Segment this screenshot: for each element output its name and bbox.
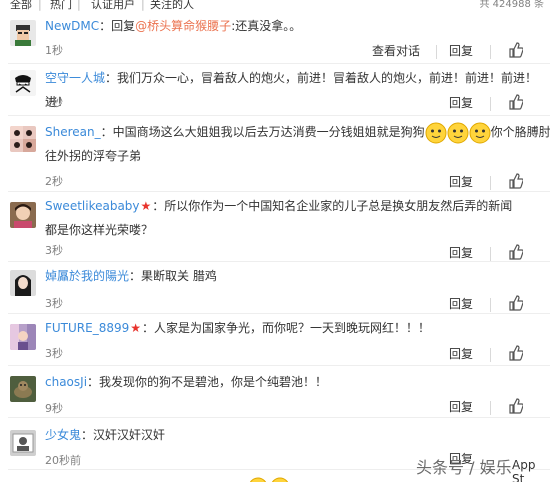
comment-actions: 查看对话 回复 <box>370 42 550 64</box>
emoji-group <box>425 122 491 143</box>
reply-button[interactable]: 回复 <box>449 295 473 312</box>
reply-button[interactable]: 回复 <box>449 398 473 415</box>
divider <box>490 97 491 111</box>
avatar[interactable] <box>10 430 36 456</box>
username[interactable]: 少女鬼 <box>45 428 81 442</box>
username[interactable]: 空守一人城 <box>45 71 105 85</box>
comment-text: 婥屭於我的陽光：果断取关 腊鸡 <box>45 264 545 288</box>
reply-button[interactable]: 回复 <box>449 173 473 190</box>
avatar[interactable] <box>10 70 36 96</box>
avatar[interactable] <box>10 126 36 152</box>
comment-time: 3秒 <box>45 347 63 360</box>
tab-following[interactable]: 关注的人 <box>150 0 194 10</box>
comment-actions: 回复 <box>440 345 550 367</box>
emoji-icon <box>469 122 491 143</box>
divider <box>490 348 491 362</box>
comment-text: 少女鬼：汉奸汉奸汉奸 <box>45 423 545 447</box>
tab-verified[interactable]: 认证用户 <box>91 0 135 10</box>
tab-divider: | <box>77 0 81 11</box>
reply-button[interactable]: 回复 <box>449 244 473 261</box>
tab-divider: | <box>38 0 42 11</box>
comment-text: NewDMC：回复@桥头算命猴腰子:还真没拿。。 <box>45 14 545 38</box>
avatar[interactable] <box>10 270 36 296</box>
tab-hot[interactable]: 热门 <box>50 0 72 10</box>
tab-all[interactable]: 全部 <box>10 0 32 10</box>
comment-body: ：汉奸汉奸汉奸 <box>81 428 166 442</box>
thumbs-up-icon[interactable] <box>509 173 524 189</box>
username[interactable]: 婥屭於我的陽光 <box>45 269 129 283</box>
comment-time: 3秒 <box>45 297 63 310</box>
emoji-icon <box>249 477 289 482</box>
comment-actions: 回复 <box>440 295 550 317</box>
thumbs-up-icon[interactable] <box>509 94 524 110</box>
divider <box>490 298 491 312</box>
comment-time: 9秒 <box>45 402 63 415</box>
vip-star-icon: ★ <box>130 321 142 335</box>
thumbs-up-icon[interactable] <box>509 398 524 414</box>
reply-button[interactable]: 回复 <box>449 42 473 59</box>
thumbs-up-icon[interactable] <box>509 345 524 361</box>
filter-tab-bar: 全部 | 热门 | 认证用户 | 关注的人 共 424988 条 <box>0 0 550 12</box>
divider <box>490 176 491 190</box>
watermark: 头条号 / 娱乐 <box>416 458 512 477</box>
avatar[interactable] <box>10 202 36 228</box>
thumbs-up-icon[interactable] <box>509 42 524 58</box>
reply-button[interactable]: 回复 <box>449 94 473 111</box>
comment-text: FUTURE_8899★：人家是为国家争光，而你呢？一天到晚玩网红！！！ <box>45 316 545 340</box>
comment-time: 1秒 <box>45 44 63 57</box>
thumbs-up-icon[interactable] <box>509 295 524 311</box>
comment-actions: 回复 <box>440 94 550 116</box>
bottom-emoji-row <box>248 475 292 482</box>
username[interactable]: Sherean_ <box>45 125 101 139</box>
total-count: 共 424988 条 <box>479 0 544 10</box>
view-dialog-button[interactable]: 查看对话 <box>372 42 420 59</box>
comment-time: 2秒 <box>45 96 63 109</box>
mention-link[interactable]: @桥头算命猴腰子 <box>135 19 231 33</box>
thumbs-up-icon[interactable] <box>509 244 524 260</box>
comment-text: Sweetlikeababy★：所以你作为一个中国知名企业家的儿子总是换女朋友然… <box>45 194 515 242</box>
tab-divider: | <box>141 0 145 11</box>
watermark-tail: App St <box>512 458 536 482</box>
comment-item: Sweetlikeababy★：所以你作为一个中国知名企业家的儿子总是换女朋友然… <box>0 192 550 262</box>
username[interactable]: chaosJi <box>45 375 87 389</box>
username[interactable]: Sweetlikeababy <box>45 199 140 213</box>
divider <box>490 247 491 261</box>
comment-time: 2秒 <box>45 175 63 188</box>
vip-star-icon: ★ <box>140 199 152 213</box>
avatar[interactable] <box>10 324 36 350</box>
comment-item: NewDMC：回复@桥头算命猴腰子:还真没拿。。 1秒 查看对话 回复 <box>0 12 550 64</box>
emoji-icon <box>425 122 447 143</box>
comment-text: Sherean_：中国商场这么大姐姐我以后去万达消费一分钱姐姐就是狗狗 你个胳膊肘… <box>45 120 550 168</box>
divider <box>490 401 491 415</box>
comment-body: ：我发现你的狗不是碧池，你是个纯碧池！！ <box>87 375 328 389</box>
reply-button[interactable]: 回复 <box>449 345 473 362</box>
comment-body: ：人家是为国家争光，而你呢？一天到晚玩网红！！！ <box>142 321 431 335</box>
comment-body: ：中国商场这么大姐姐我以后去万达消费一分钱姐姐就是狗狗 <box>100 125 425 139</box>
reply-prefix: ：回复 <box>99 19 136 33</box>
comment-body: :还真没拿。。 <box>231 19 302 33</box>
avatar[interactable] <box>10 20 36 46</box>
username[interactable]: FUTURE_8899 <box>45 321 129 335</box>
comment-item: Sherean_：中国商场这么大姐姐我以后去万达消费一分钱姐姐就是狗狗 你个胳膊肘… <box>0 116 550 192</box>
comment-time: 20秒前 <box>45 454 81 467</box>
divider <box>490 45 491 59</box>
emoji-icon <box>447 122 469 143</box>
comment-body: ：果断取关 腊鸡 <box>129 269 217 283</box>
avatar[interactable] <box>10 376 36 402</box>
username[interactable]: NewDMC <box>45 19 99 33</box>
comment-text: chaosJi：我发现你的狗不是碧池，你是个纯碧池！！ <box>45 370 545 394</box>
comment-time: 3秒 <box>45 244 63 257</box>
divider <box>436 45 437 59</box>
comment-actions: 回复 <box>440 398 550 420</box>
